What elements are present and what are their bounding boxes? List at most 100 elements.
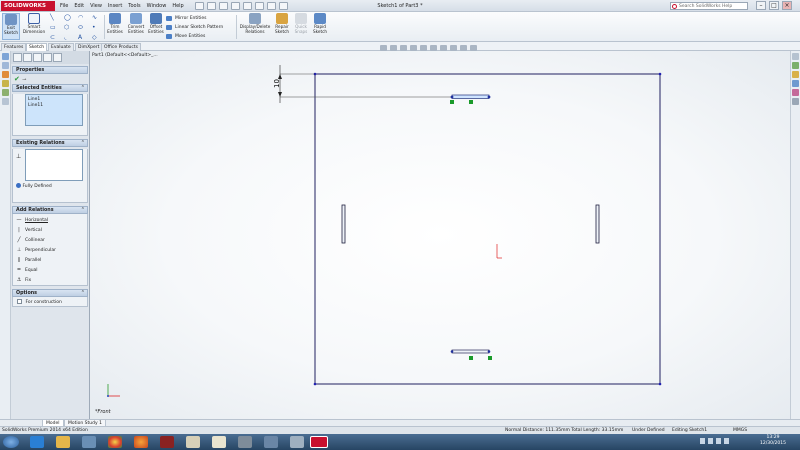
right-slot[interactable] xyxy=(595,204,600,244)
list-item[interactable]: Line11 xyxy=(28,103,80,109)
network-icon[interactable] xyxy=(716,438,721,444)
appearances-icon[interactable] xyxy=(792,89,799,96)
tab-dimxpert[interactable]: DimXpert xyxy=(75,43,103,51)
media-player-icon[interactable] xyxy=(82,436,96,448)
sketch-rectangle[interactable] xyxy=(314,73,661,385)
file-explorer-icon[interactable] xyxy=(792,71,799,78)
relation-tool-icon[interactable] xyxy=(2,71,9,78)
tray-icon[interactable] xyxy=(700,438,705,444)
relation-marker-icon[interactable] xyxy=(469,100,473,104)
circle-tool-icon[interactable]: ◯ xyxy=(64,15,78,21)
sketch-point[interactable] xyxy=(658,382,662,386)
collapse-chevron-icon[interactable]: ⌃ xyxy=(81,207,85,214)
ellipse-tool-icon[interactable]: ⬭ xyxy=(78,25,92,31)
exit-sketch-button[interactable]: Exit Sketch xyxy=(2,13,20,40)
notepad-icon[interactable] xyxy=(212,436,226,448)
tab-evaluate[interactable]: Evaluate xyxy=(48,43,74,51)
restore-button[interactable]: □ xyxy=(769,1,779,10)
design-library-icon[interactable] xyxy=(792,62,799,69)
fillet-tool-icon[interactable]: ◟ xyxy=(64,35,78,41)
relation-horizontal[interactable]: — Horizontal xyxy=(13,215,87,225)
arc-tool-icon[interactable]: ◠ xyxy=(78,15,92,21)
close-button[interactable]: × xyxy=(782,1,792,10)
folder-app-icon[interactable] xyxy=(186,436,200,448)
repair-sketch-button[interactable]: Repair Sketch xyxy=(272,13,292,35)
display-delete-relations-button[interactable]: Display/Delete Relations xyxy=(238,13,272,35)
dimension-value[interactable]: 10 xyxy=(273,79,281,88)
slot-tool-icon[interactable]: ⊂ xyxy=(50,35,64,41)
volume-icon[interactable] xyxy=(724,438,729,444)
collapse-chevron-icon[interactable]: ⌃ xyxy=(81,140,85,147)
taskbar-clock[interactable]: 13:29 12/30/2015 xyxy=(758,435,788,447)
collapse-chevron-icon[interactable]: ⌃ xyxy=(81,85,85,92)
firefox-icon[interactable] xyxy=(134,436,148,448)
tray-icon[interactable] xyxy=(708,438,713,444)
tab-features[interactable]: Features xyxy=(1,43,27,51)
convert-entities-button[interactable]: Convert Entities xyxy=(125,13,147,35)
existing-relations-list[interactable] xyxy=(25,149,83,181)
left-slot[interactable] xyxy=(341,204,346,244)
relation-marker-icon[interactable] xyxy=(488,356,492,360)
move-entities-button[interactable]: Move Entities xyxy=(166,32,223,41)
view-palette-icon[interactable] xyxy=(792,80,799,87)
relation-marker-icon[interactable] xyxy=(450,100,454,104)
rectangle-tool-icon[interactable]: ▭ xyxy=(50,25,64,31)
quick-snaps-button[interactable]: Quick Snaps xyxy=(292,13,310,35)
display-tool-icon[interactable] xyxy=(2,80,9,87)
existing-relations-header[interactable]: Existing Relations ⌃ xyxy=(12,139,88,147)
collapse-chevron-icon[interactable]: ⌃ xyxy=(81,290,85,297)
sketch-tool-icon[interactable] xyxy=(2,53,9,60)
relation-parallel[interactable]: ∥ Parallel xyxy=(13,255,87,265)
units-selector[interactable]: MMGS xyxy=(733,427,747,434)
dimension-tool-icon[interactable] xyxy=(2,62,9,69)
minimize-button[interactable]: – xyxy=(756,1,766,10)
relation-fix[interactable]: ⚓ Fix xyxy=(13,275,87,285)
network-app-icon[interactable] xyxy=(290,436,304,448)
search-input[interactable]: Search SolidWorks Help xyxy=(670,2,748,10)
app-icon[interactable] xyxy=(160,436,174,448)
bottom-slot[interactable] xyxy=(451,349,490,354)
relation-marker-icon[interactable] xyxy=(469,356,473,360)
relation-equal[interactable]: = Equal xyxy=(13,265,87,275)
sketch-point[interactable] xyxy=(487,95,491,99)
sketch-point[interactable] xyxy=(450,350,454,353)
add-relations-header[interactable]: Add Relations ⌃ xyxy=(12,206,88,214)
offset-entities-button[interactable]: Offset Entities xyxy=(147,13,165,35)
sketch-point[interactable] xyxy=(487,350,491,353)
sketch-point[interactable] xyxy=(313,382,317,386)
trim-entities-button[interactable]: Trim Entities xyxy=(105,13,125,35)
tab-office-products[interactable]: Office Products xyxy=(101,43,141,51)
chrome-icon[interactable] xyxy=(108,436,122,448)
pin-icon[interactable]: ⊸ xyxy=(22,77,26,83)
file-explorer-icon[interactable] xyxy=(56,436,70,448)
options-header[interactable]: Options ⌃ xyxy=(12,289,88,297)
smart-dimension-button[interactable]: Smart Dimension xyxy=(22,13,46,35)
linear-pattern-button[interactable]: Linear Sketch Pattern xyxy=(166,23,223,32)
mirror-entities-button[interactable]: Mirror Entities xyxy=(166,14,223,23)
relation-vertical[interactable]: | Vertical xyxy=(13,225,87,235)
sketch-point[interactable] xyxy=(658,72,662,76)
grid-tool-icon[interactable] xyxy=(2,89,9,96)
solidworks-taskbar-icon[interactable] xyxy=(310,436,328,448)
display-manager-tab-icon[interactable] xyxy=(53,53,62,62)
start-button-icon[interactable] xyxy=(3,436,19,448)
relation-collinear[interactable]: ╱ Collinear xyxy=(13,235,87,245)
relation-perpendicular[interactable]: ⊥ Perpendicular xyxy=(13,245,87,255)
configuration-tab-icon[interactable] xyxy=(33,53,42,62)
top-slot[interactable] xyxy=(451,94,490,99)
selected-entities-list[interactable]: Line1 Line11 xyxy=(25,94,83,126)
for-construction-checkbox[interactable] xyxy=(17,299,22,304)
sketch-point[interactable] xyxy=(450,95,454,99)
custom-properties-icon[interactable] xyxy=(792,98,799,105)
resources-icon[interactable] xyxy=(792,53,799,60)
calculator-icon[interactable] xyxy=(238,436,252,448)
line-tool-icon[interactable]: ╲ xyxy=(50,15,64,21)
window-app-icon[interactable] xyxy=(264,436,278,448)
property-manager-tab-icon[interactable] xyxy=(23,53,32,62)
polygon-tool-icon[interactable]: ⬡ xyxy=(64,25,78,31)
internet-explorer-icon[interactable] xyxy=(30,436,44,448)
tab-sketch[interactable]: Sketch xyxy=(26,43,48,51)
feature-tree-tab-icon[interactable] xyxy=(13,53,22,62)
selected-entities-header[interactable]: Selected Entities ⌃ xyxy=(12,84,88,92)
text-tool-icon[interactable]: A xyxy=(78,35,92,41)
